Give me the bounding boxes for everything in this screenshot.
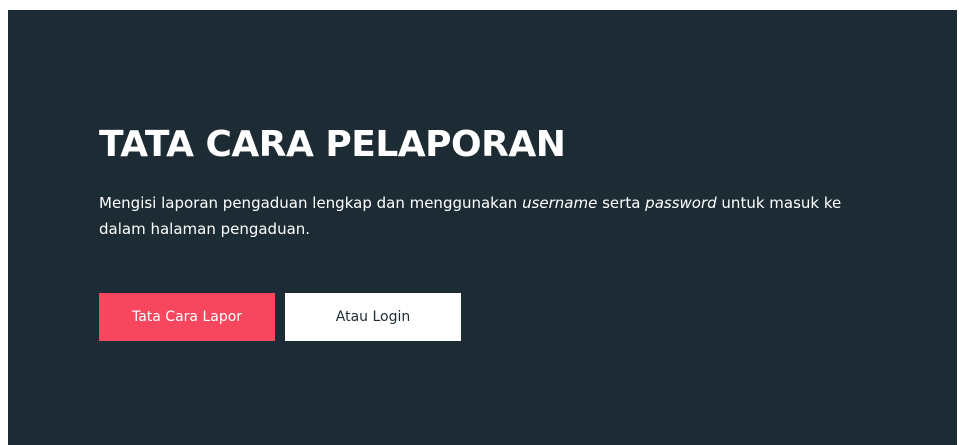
password-emphasis: password (645, 194, 717, 212)
login-button[interactable]: Atau Login (285, 293, 461, 341)
description-text-2: serta (597, 194, 646, 212)
page-title: TATA CARA PELAPORAN (99, 124, 566, 165)
tata-cara-lapor-button[interactable]: Tata Cara Lapor (99, 293, 275, 341)
hero-description: Mengisi laporan pengaduan lengkap dan me… (99, 190, 889, 242)
hero-section: TATA CARA PELAPORAN Mengisi laporan peng… (8, 10, 957, 445)
username-emphasis: username (522, 194, 598, 212)
description-text-1: Mengisi laporan pengaduan lengkap dan me… (99, 194, 523, 212)
